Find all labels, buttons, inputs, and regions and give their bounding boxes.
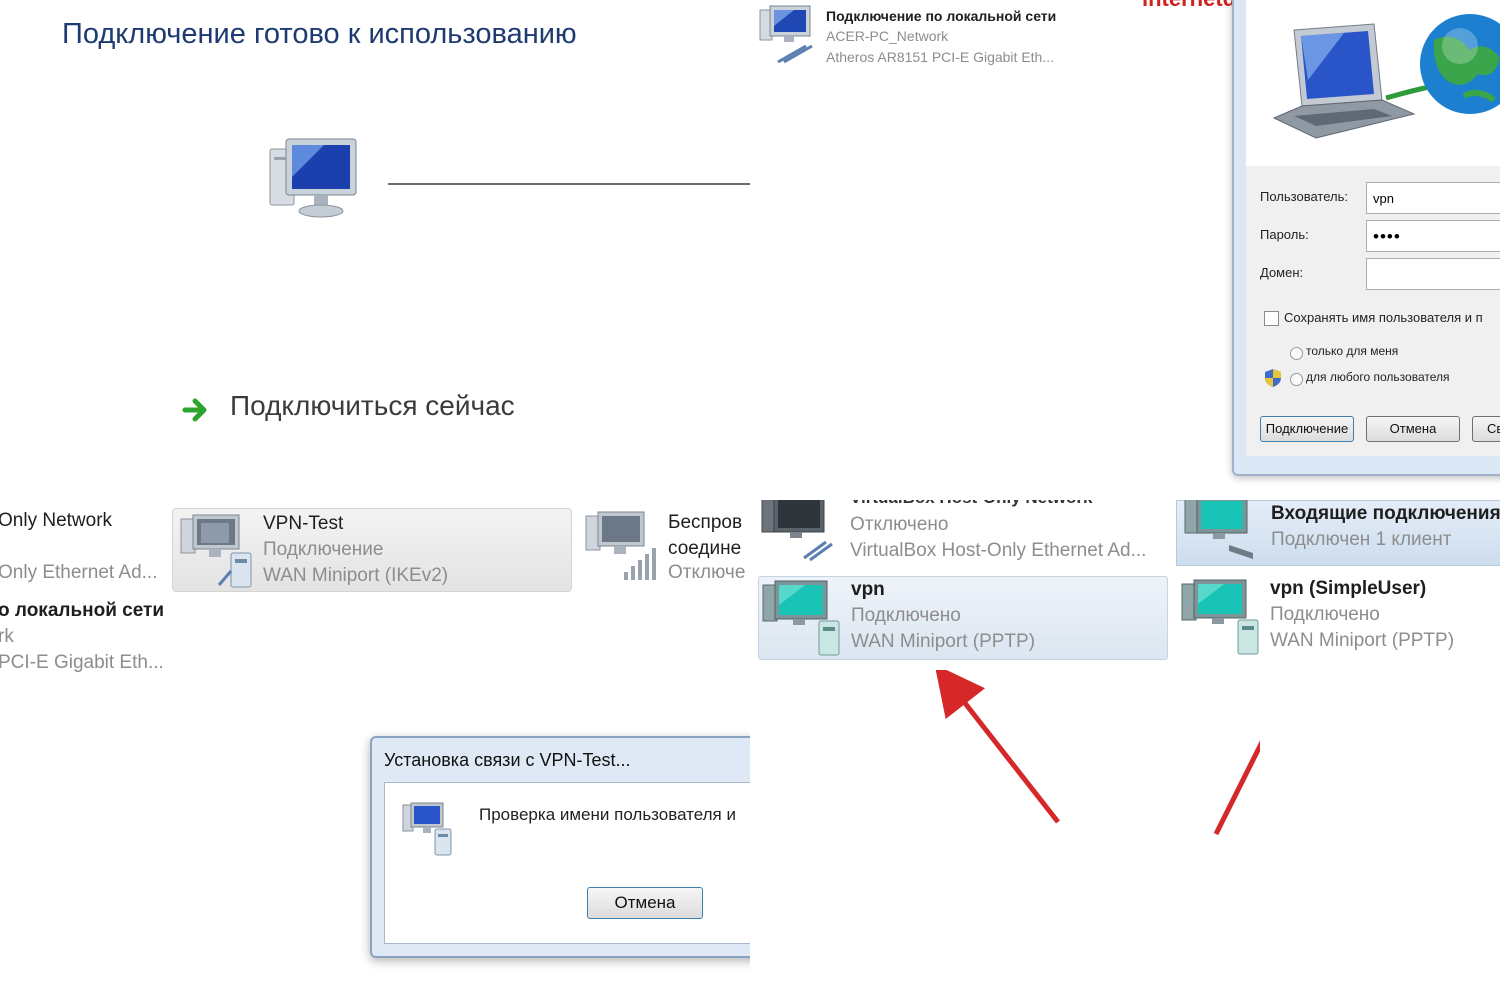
save-credentials-checkbox[interactable]	[1264, 311, 1279, 326]
domain-input[interactable]	[1366, 258, 1500, 290]
incoming-connections-tile[interactable]: Входящие подключения Подключен 1 клиент	[1176, 500, 1500, 566]
page-title: Подключение готово к использованию	[62, 18, 577, 50]
lan-network-name: rk	[0, 626, 14, 647]
incoming-connections-icon	[1184, 500, 1253, 559]
password-input[interactable]: ••••	[1366, 220, 1500, 252]
virtualbox-adapter-icon	[761, 500, 833, 562]
computer-icon	[269, 138, 357, 218]
vpn-simpleuser-name: vpn (SimpleUser)	[1270, 578, 1427, 599]
panel-network-connections: VirtualBox Host-Only Network Отключено V…	[750, 500, 1500, 1000]
dialog-message: Проверка имени пользователя и	[479, 805, 736, 824]
connect-now-link[interactable]: Подключиться сейчас	[230, 390, 515, 422]
laptop-globe-icon	[1272, 14, 1500, 139]
vpn-computer-icon	[180, 514, 252, 588]
incoming-connections-status: Подключен 1 клиент	[1271, 529, 1452, 550]
cancel-button[interactable]: Отмена	[1366, 416, 1460, 442]
lan-adapter-name: Atheros AR8151 PCI-E Gigabit Eth...	[826, 49, 1055, 65]
vpn-login-dialog: Пользователь: vpn Пароль: •••• Домен: Со…	[1232, 0, 1500, 476]
vpn-connection-icon	[762, 580, 840, 656]
host-only-network-name: Only Network	[0, 510, 113, 531]
wireless-connection-name: Беспров	[668, 512, 743, 533]
cancel-button[interactable]: Отмена	[587, 887, 703, 919]
save-credentials-label: Сохранять имя пользователя и п	[1284, 310, 1483, 325]
vpn-simpleuser-status: Подключено	[1270, 604, 1380, 625]
dialog-content: Пользователь: vpn Пароль: •••• Домен: Со…	[1246, 0, 1500, 456]
incoming-connections-name: Входящие подключения	[1271, 503, 1500, 524]
lan-adapter-name: PCI-E Gigabit Eth...	[0, 652, 164, 673]
vpn-simpleuser-icon	[1181, 579, 1259, 655]
user-label: Пользователь:	[1260, 189, 1348, 204]
panel-vpn-login: Подключение по локальной сети ACER-PC_Ne…	[750, 0, 1500, 500]
lan-network-name: ACER-PC_Network	[826, 28, 949, 44]
vpn-test-status: Подключение	[263, 539, 384, 560]
lan-connection-name: Подключение по локальной сети	[826, 8, 1057, 24]
connection-line	[388, 183, 750, 185]
only-me-label: только для меня	[1306, 344, 1399, 358]
network-adapter-icon	[759, 5, 813, 64]
vpn-connection-tile[interactable]: vpn Подключено WAN Miniport (PPTP)	[758, 576, 1168, 660]
uac-shield-icon	[1265, 369, 1281, 387]
wireless-network-icon	[585, 511, 656, 580]
virtualbox-status: Отключено	[850, 514, 949, 535]
wireless-connection-status: Отключе	[668, 562, 746, 583]
connect-button[interactable]: Подключение	[1260, 416, 1354, 442]
panel-vpn-connecting: Only Network Only Ethernet Ad... о локал…	[0, 500, 750, 1000]
vpn-test-adapter: WAN Miniport (IKEv2)	[263, 565, 449, 586]
panel-connection-ready: Подключение готово к использованию Подкл…	[0, 0, 750, 500]
wireless-connection-name-line2: соедине	[668, 538, 742, 559]
vpn-connecting-dialog: Установка связи с VPN-Test... Проверка и…	[370, 736, 750, 958]
vpn-connection-adapter: WAN Miniport (PPTP)	[851, 631, 1036, 652]
arrow-right-icon[interactable]	[182, 396, 212, 424]
any-user-radio[interactable]	[1290, 373, 1303, 386]
vpn-test-connection-tile[interactable]: VPN-Test Подключение WAN Miniport (IKEv2…	[172, 508, 572, 592]
domain-label: Домен:	[1260, 265, 1304, 280]
vpn-simpleuser-adapter: WAN Miniport (PPTP)	[1270, 630, 1455, 651]
password-label: Пароль:	[1260, 227, 1309, 242]
vpn-test-name: VPN-Test	[263, 513, 344, 534]
only-me-radio[interactable]	[1290, 347, 1303, 360]
dialog-title: Установка связи с VPN-Test...	[384, 750, 631, 770]
dialog-body: Проверка имени пользователя и Отмена	[384, 782, 750, 944]
red-arrows-annotation	[934, 670, 1260, 836]
vpn-connecting-icon	[402, 802, 452, 856]
virtualbox-adapter: VirtualBox Host-Only Ethernet Ad...	[850, 540, 1147, 561]
arrow-to-vpn-simpleuser	[1213, 740, 1260, 836]
user-input[interactable]: vpn	[1366, 182, 1500, 214]
any-user-label: для любого пользователя	[1306, 370, 1450, 384]
host-only-adapter: Only Ethernet Ad...	[0, 562, 158, 583]
properties-button[interactable]: Св	[1472, 416, 1500, 442]
arrow-to-vpn	[934, 670, 1060, 824]
virtualbox-network-name: VirtualBox Host-Only Network	[850, 500, 1092, 508]
dialog-banner	[1246, 0, 1500, 166]
vpn-connection-status: Подключено	[851, 605, 961, 626]
vpn-connection-name: vpn	[851, 579, 885, 600]
lan-connection-name: о локальной сети	[0, 600, 165, 621]
